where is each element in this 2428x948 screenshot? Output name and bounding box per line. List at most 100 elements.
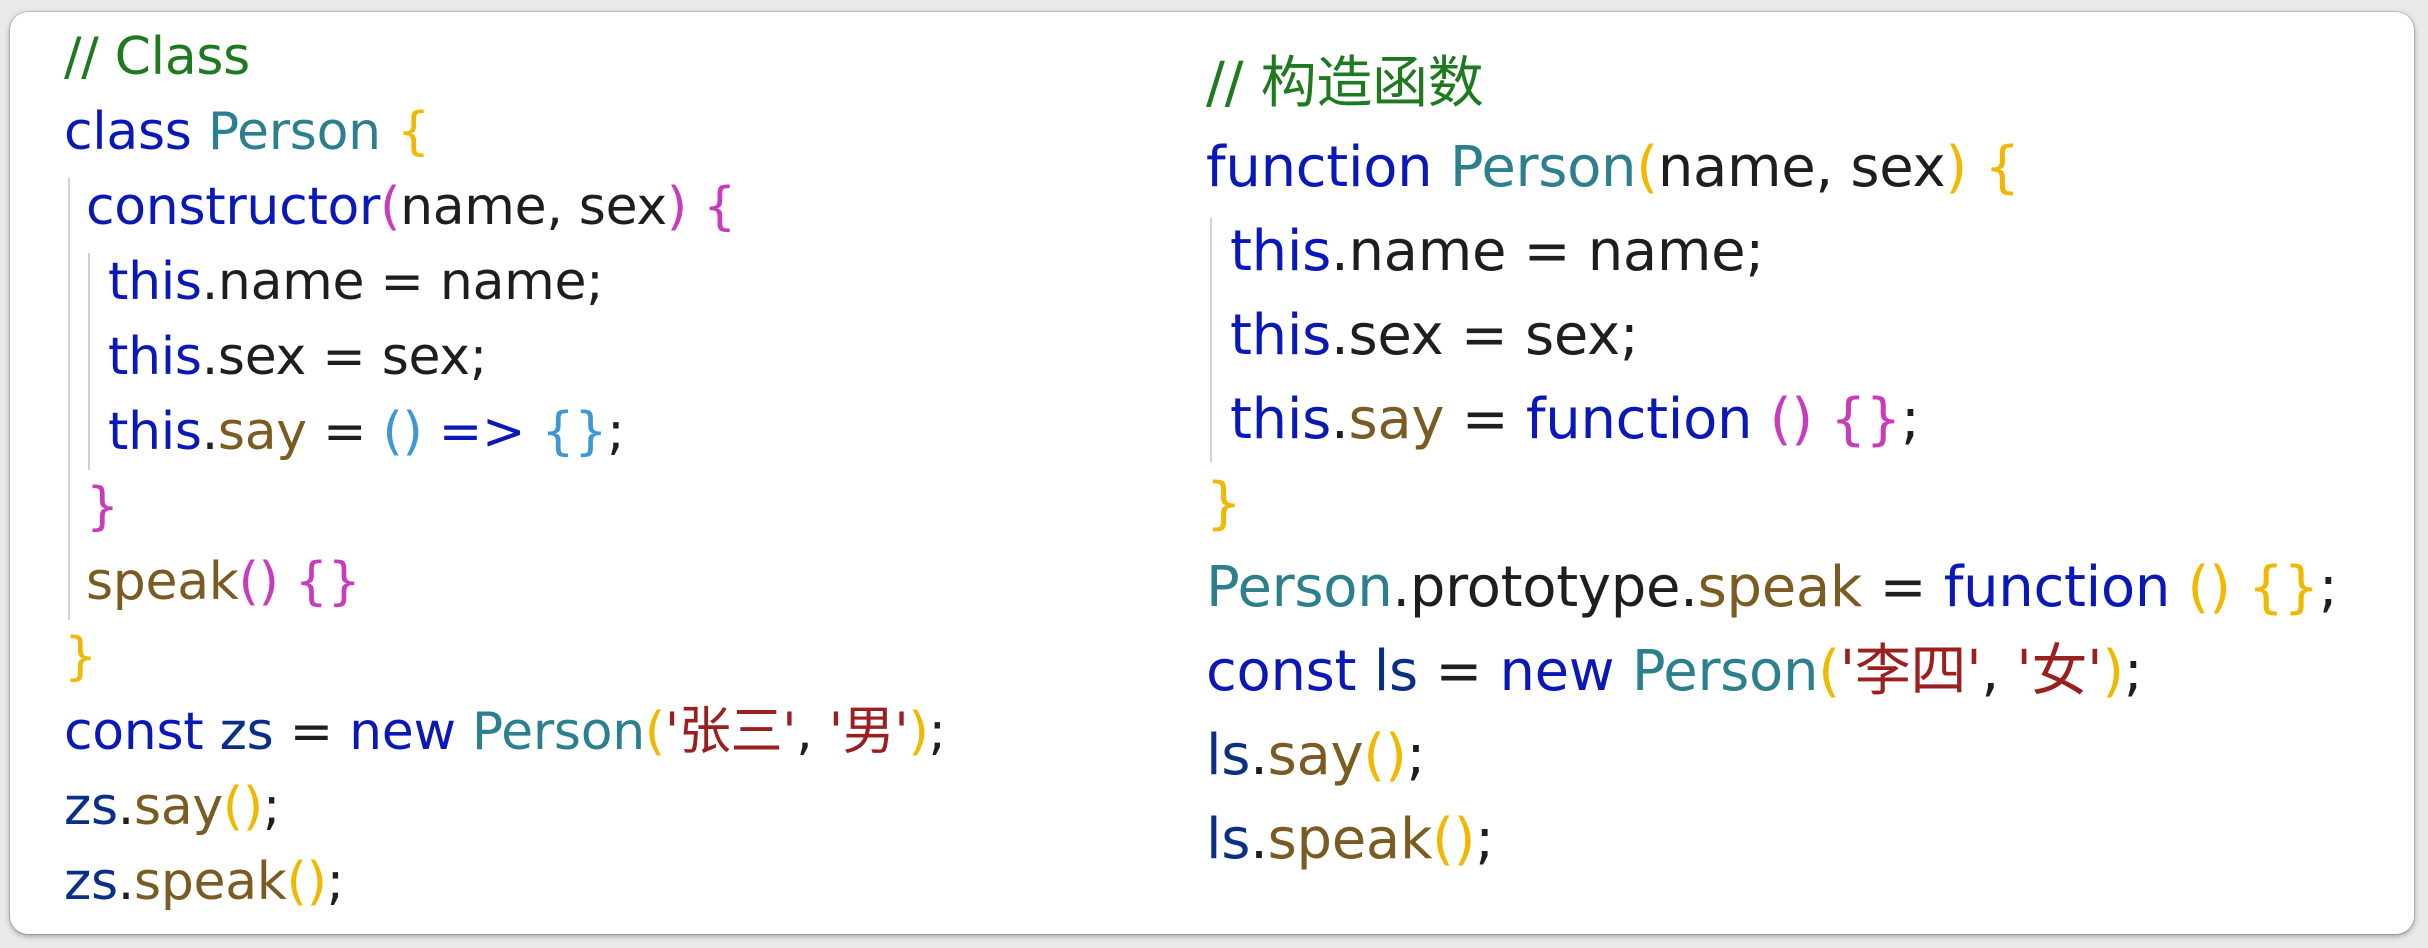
code-token-function: say xyxy=(217,402,307,462)
code-token-plain: .sex = sex; xyxy=(1330,303,1639,368)
code-line: } xyxy=(64,470,1164,545)
code-token-brace-gold: () xyxy=(2187,555,2231,620)
code-line: this.say = function () {}; xyxy=(1206,378,2396,462)
code-token-plain: , xyxy=(796,702,829,762)
code-token-brace-gold: () xyxy=(222,777,263,837)
code-line: const ls = new Person('李四', '女'); xyxy=(1206,630,2396,714)
constructor-function-code-panel: // 构造函数 function Person(name, sex) {this.… xyxy=(1206,42,2396,882)
code-token-function: speak xyxy=(1267,807,1433,872)
code-token-brace-gold: ( xyxy=(644,702,665,762)
code-token-plain: ; xyxy=(2123,639,2143,704)
code-token-variable: zs xyxy=(64,852,118,912)
code-token-plain: = xyxy=(1862,555,1944,620)
code-line: this.say = () => {}; xyxy=(64,395,1164,470)
code-token-class: Person xyxy=(1449,135,1637,200)
code-token-variable: zs xyxy=(64,777,118,837)
indent-guide xyxy=(68,178,70,620)
code-token-brace-blue: {} xyxy=(541,402,608,462)
code-line: ls.say(); xyxy=(1206,714,2396,798)
code-token-variable: zs xyxy=(219,702,274,762)
code-token-function: speak xyxy=(134,852,287,912)
code-token-brace-gold: ) xyxy=(1945,135,1967,200)
code-token-plain: name, sex xyxy=(400,177,667,237)
class-code-panel: // Class class Person {constructor(name, … xyxy=(64,20,1164,920)
code-token-this: this xyxy=(1230,303,1331,368)
code-token-brace-pink: ( xyxy=(380,177,401,237)
code-token-brace-gold: } xyxy=(64,627,97,687)
code-token-function: say xyxy=(134,777,223,837)
code-token-brace-gold: () xyxy=(286,852,327,912)
code-line: ls.speak(); xyxy=(1206,798,2396,882)
code-token-plain: = xyxy=(306,402,383,462)
code-token-keyword: class xyxy=(64,102,208,162)
code-token-brace-gold: ( xyxy=(1818,639,1840,704)
code-token-keyword: function xyxy=(1943,555,2188,620)
code-token-plain: ; xyxy=(1901,387,1920,452)
code-token-keyword: => xyxy=(422,402,542,462)
code-line: speak() {} xyxy=(64,545,1164,620)
code-token-keyword: const xyxy=(64,702,220,762)
code-token-brace-gold: ) xyxy=(2102,639,2124,704)
code-line: class Person { xyxy=(64,95,1164,170)
code-token-class: Person xyxy=(1631,639,1819,704)
code-token-plain: .prototype. xyxy=(1392,555,1698,620)
code-line: } xyxy=(64,620,1164,695)
code-token-this: this xyxy=(108,327,202,387)
code-token-brace-pink: () xyxy=(1769,387,1813,452)
code-line: // Class xyxy=(64,20,1164,95)
code-token-brace-gold: () xyxy=(1363,723,1407,788)
code-token-plain: ; xyxy=(1406,723,1426,788)
code-line: this.sex = sex; xyxy=(64,320,1164,395)
code-token-class: Person xyxy=(1206,555,1393,620)
code-token-brace-gold: {} xyxy=(2248,555,2319,620)
code-token-keyword: new xyxy=(1499,639,1632,704)
code-line: function Person(name, sex) { xyxy=(1206,126,2396,210)
code-token-plain: .sex = sex; xyxy=(201,327,488,387)
code-token-function: say xyxy=(1267,723,1364,788)
indent-guide xyxy=(1210,218,1212,462)
code-token-brace-pink: () xyxy=(238,552,279,612)
code-token-keyword: function xyxy=(1525,387,1770,452)
code-token-plain: ; xyxy=(326,852,345,912)
code-line: this.sex = sex; xyxy=(1206,294,2396,378)
indent-guide xyxy=(88,253,90,470)
code-token-plain: = xyxy=(1417,639,1500,704)
code-token-plain: = xyxy=(273,702,350,762)
code-line: this.name = name; xyxy=(1206,210,2396,294)
code-token-brace-gold: { xyxy=(1984,135,2020,200)
code-token-keyword: new xyxy=(349,702,472,762)
code-token-plain: ; xyxy=(262,777,281,837)
code-token-plain: = xyxy=(1444,387,1526,452)
code-token-keyword: const xyxy=(1206,639,1374,704)
code-token-plain: . xyxy=(1250,723,1268,788)
code-token-variable: ls xyxy=(1206,807,1251,872)
code-line: } xyxy=(1206,462,2396,546)
code-line: zs.say(); xyxy=(64,770,1164,845)
code-token-comment: // Class xyxy=(64,27,250,87)
code-token-comment: // 构造函数 xyxy=(1206,51,1484,116)
code-line: const zs = new Person('张三', '男'); xyxy=(64,695,1164,770)
code-token-keyword: function xyxy=(1206,135,1450,200)
code-token-this: this xyxy=(1230,219,1331,284)
code-token-string: '女' xyxy=(2016,639,2103,704)
code-token-string: '李四' xyxy=(1839,639,1982,704)
code-token-brace-pink: {} xyxy=(1830,387,1902,452)
code-token-brace-gold: { xyxy=(397,102,430,162)
code-token-plain: ; xyxy=(2318,555,2338,620)
code-token-plain: . xyxy=(1330,387,1349,452)
code-token-variable: ls xyxy=(1206,723,1251,788)
code-token-function: speak xyxy=(86,552,239,612)
code-token-plain: . xyxy=(117,852,135,912)
code-token-this: this xyxy=(1230,387,1331,452)
code-comparison-card: // Class class Person {constructor(name, … xyxy=(10,12,2414,934)
code-token-plain: ; xyxy=(1475,807,1494,872)
code-token-brace-pink: ) xyxy=(666,177,687,237)
code-token-function: say xyxy=(1348,387,1445,452)
code-token-brace-pink: {} xyxy=(294,552,361,612)
code-line: // 构造函数 xyxy=(1206,42,2396,126)
code-token-brace-pink: { xyxy=(703,177,736,237)
